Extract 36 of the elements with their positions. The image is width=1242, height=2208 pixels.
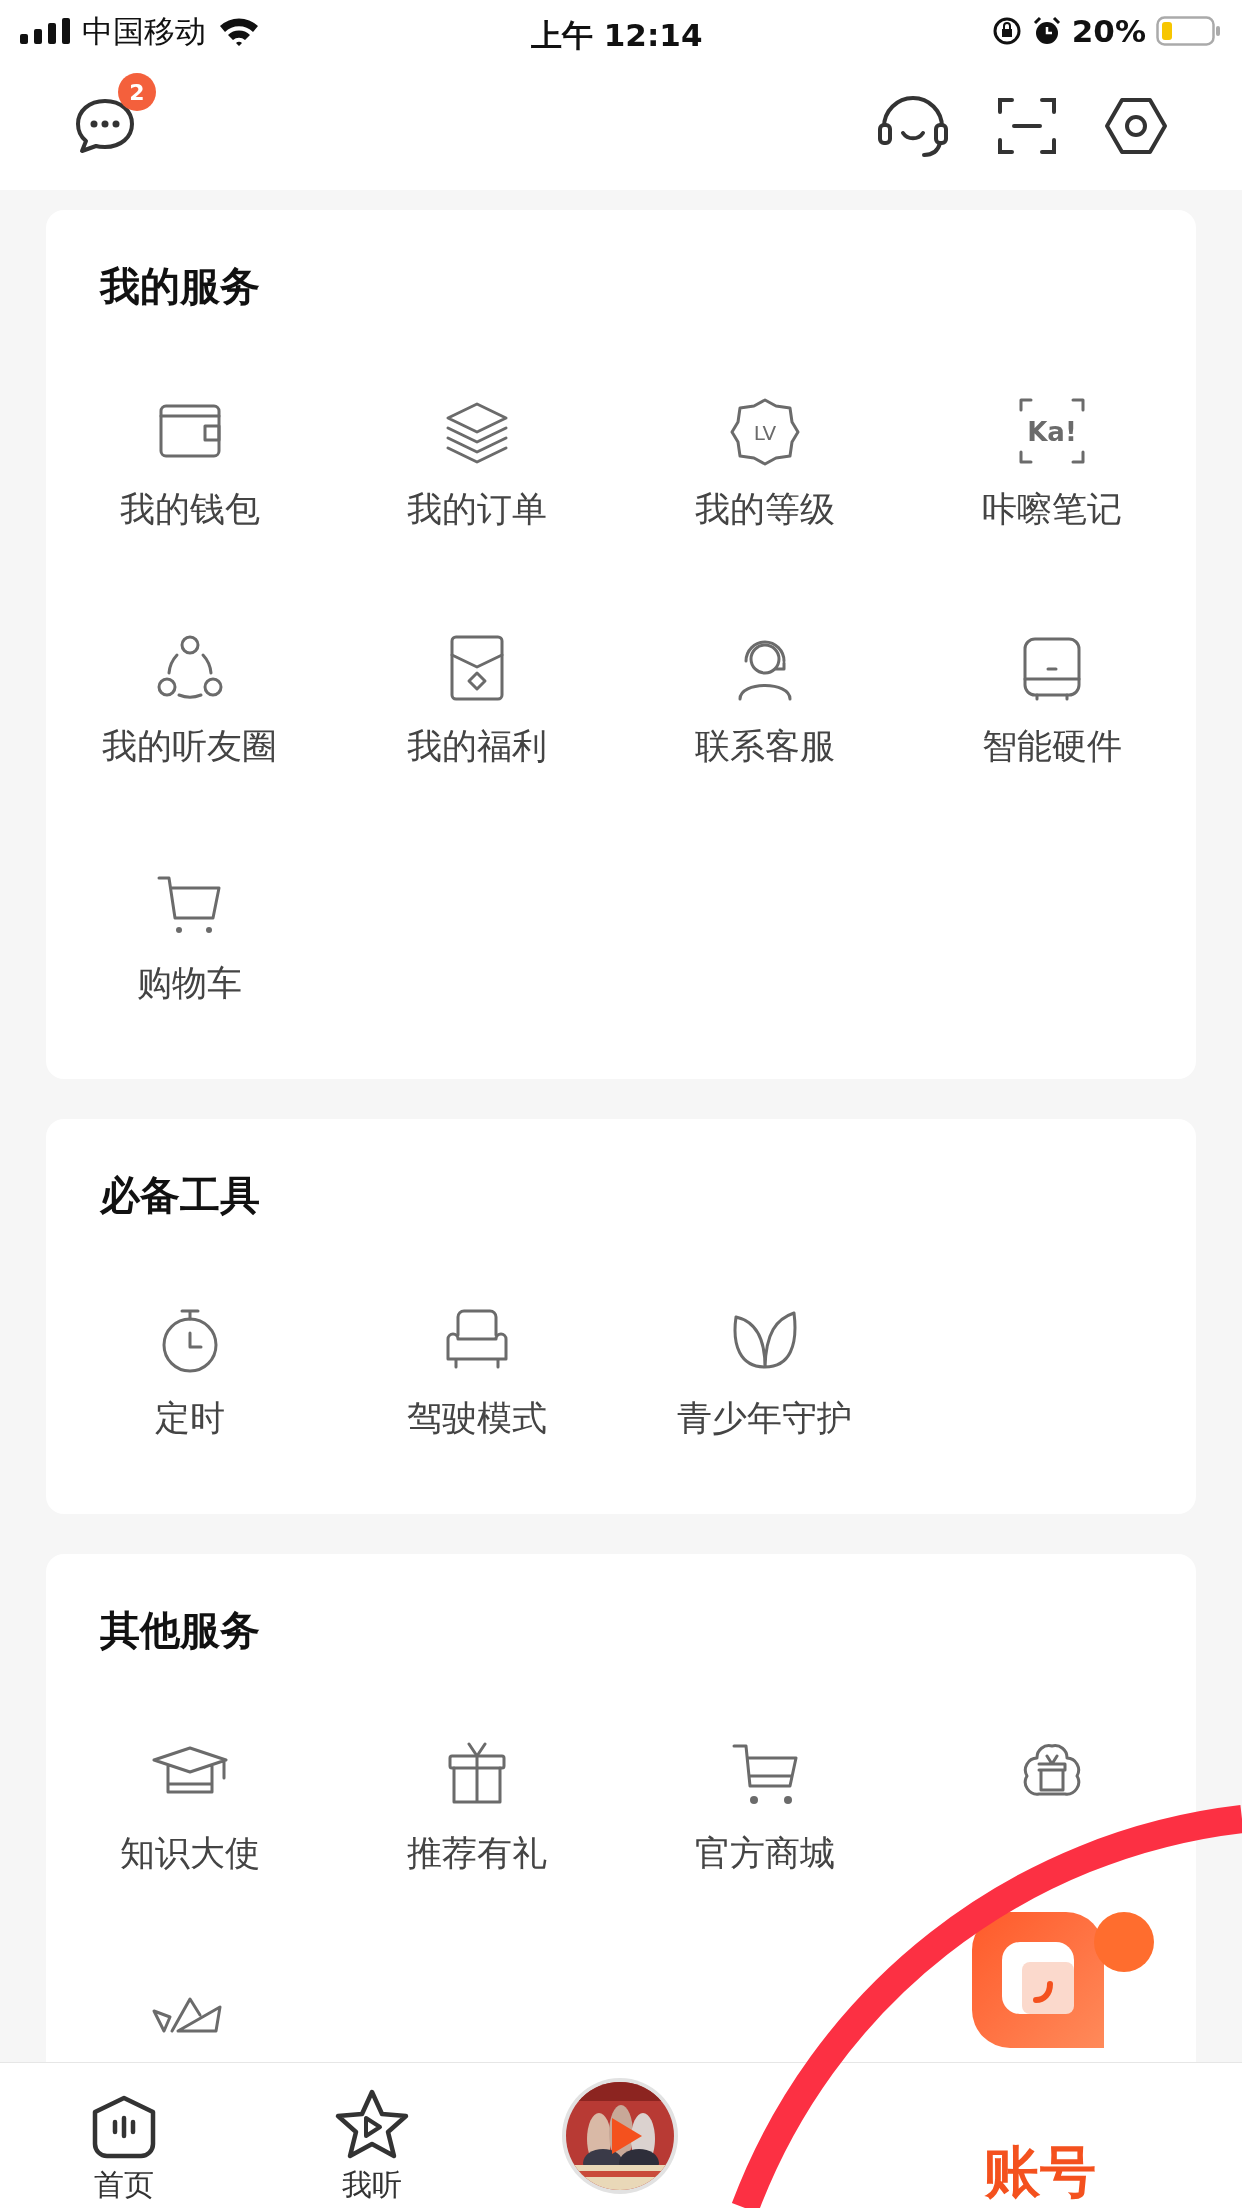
service-label[interactable]: 知识大使 (119, 1836, 260, 1871)
level-badge-icon: LV (729, 396, 800, 466)
service-label[interactable]: 联系客服 (694, 729, 835, 764)
battery-icon (1156, 16, 1222, 46)
scan-icon (996, 96, 1058, 156)
tab-label[interactable]: 首页 (94, 2170, 154, 2200)
battery-percent: 20% (1071, 11, 1146, 51)
signal-icon (20, 18, 72, 44)
star-play-icon (334, 2088, 410, 2160)
service-label[interactable]: 我的订单 (407, 492, 548, 527)
service-label[interactable]: 定时 (154, 1401, 225, 1436)
service-label[interactable]: 官方商城 (694, 1836, 835, 1871)
account-tab-icon[interactable] (972, 1910, 1156, 2050)
tab-label[interactable]: 我听 (342, 2170, 402, 2200)
service-label[interactable]: 我的听友圈 (102, 729, 278, 764)
service-label[interactable]: 我的钱包 (119, 492, 260, 527)
carrier-name: 中国移动 (82, 11, 206, 51)
clock-time: 上午 12:14 (531, 16, 703, 55)
service-label[interactable]: 我的等级 (694, 492, 835, 527)
service-label[interactable]: 青少年守护 (677, 1401, 853, 1436)
section-title: 我的服务 (100, 266, 260, 306)
rotation-lock-icon (991, 16, 1022, 46)
alarm-icon (1031, 16, 1062, 46)
section-title: 其他服务 (100, 1610, 260, 1650)
section-title: 必备工具 (100, 1175, 260, 1215)
play-icon[interactable] (610, 2115, 644, 2156)
service-label[interactable]: 咔嚓笔记 (982, 492, 1123, 527)
service-label[interactable]: 驾驶模式 (407, 1401, 548, 1436)
service-label[interactable]: 推荐有礼 (407, 1836, 548, 1871)
service-label[interactable]: 购物车 (137, 966, 243, 1001)
wifi-icon (218, 16, 260, 46)
service-label[interactable]: 智能硬件 (982, 729, 1123, 764)
settings-icon (1104, 96, 1168, 156)
service-label[interactable]: 我的福利 (407, 729, 548, 764)
headset-icon (876, 93, 950, 159)
unread-badge: 2 (118, 73, 156, 111)
